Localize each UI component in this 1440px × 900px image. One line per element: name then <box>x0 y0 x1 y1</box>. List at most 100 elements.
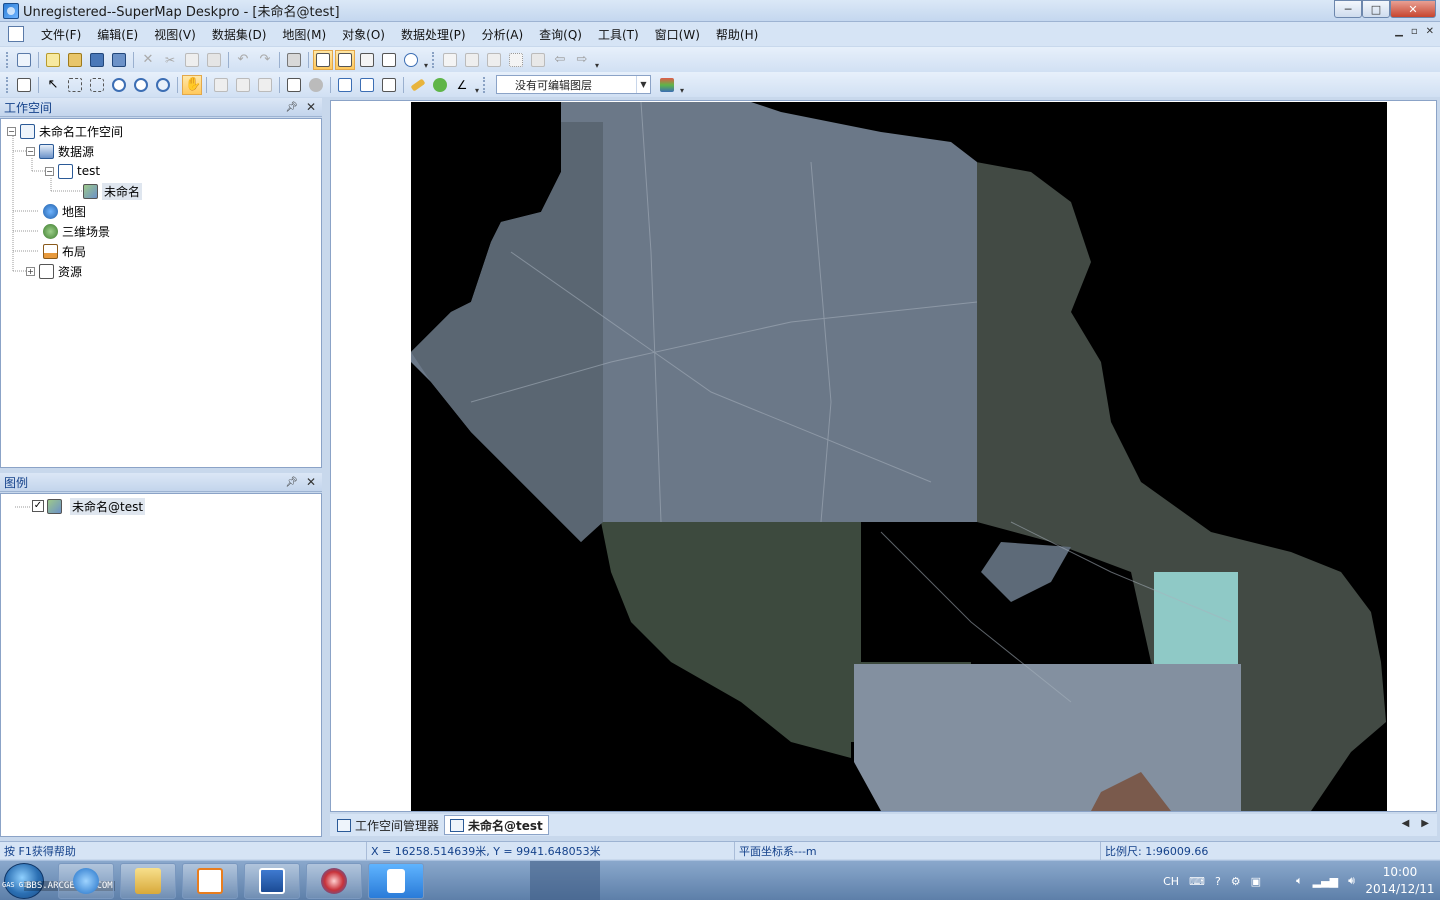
editable-layer-select[interactable]: 没有可编辑图层 ▼ <box>496 75 651 94</box>
menu-edit[interactable]: 编辑(E) <box>90 26 147 43</box>
merge-icon[interactable] <box>255 75 275 95</box>
collapse-icon[interactable]: − <box>7 126 16 136</box>
forward-arrow-icon[interactable]: ⇨ <box>572 50 592 70</box>
panel-close-icon[interactable]: ✕ <box>306 475 316 489</box>
new-icon[interactable] <box>43 50 63 70</box>
map-canvas[interactable] <box>411 102 1387 811</box>
tab-map-window[interactable]: 未命名@test <box>444 815 549 835</box>
rectangle-select-icon[interactable] <box>65 75 85 95</box>
full-extent-icon[interactable] <box>284 75 304 95</box>
document-menu-icon[interactable] <box>8 26 24 42</box>
taskbar-explorer[interactable] <box>120 863 176 899</box>
taskbar-browser[interactable] <box>58 863 114 899</box>
pan-hand-icon[interactable]: ✋ <box>182 74 202 95</box>
menu-tools[interactable]: 工具(T) <box>591 26 648 43</box>
open-icon[interactable] <box>65 50 85 70</box>
attribute-table-icon[interactable] <box>484 50 504 70</box>
tray-settings-icon[interactable]: ⚙ <box>1231 875 1241 888</box>
delete-icon[interactable]: ✕ <box>138 50 158 70</box>
zoom-free-icon[interactable] <box>153 75 173 95</box>
tab-scroll-left-icon[interactable]: ◀ <box>1402 818 1410 829</box>
measure-distance-icon[interactable] <box>408 75 428 95</box>
collapse-icon[interactable]: − <box>26 146 35 156</box>
properties-icon[interactable] <box>379 50 399 70</box>
export-icon[interactable] <box>528 50 548 70</box>
help-icon[interactable]: ? <box>1215 875 1221 888</box>
menu-query[interactable]: 查询(Q) <box>532 26 591 43</box>
tree-node-workspace[interactable]: − 未命名工作空间 <box>7 122 123 140</box>
volume-icon[interactable]: 🔈︎ <box>1296 874 1303 888</box>
back-arrow-icon[interactable]: ⇦ <box>550 50 570 70</box>
toolbar-grip[interactable] <box>6 51 9 68</box>
toolbar-grip[interactable] <box>483 76 486 93</box>
network-device-icon[interactable]: ▣ <box>1251 875 1261 888</box>
tray-language[interactable]: CH <box>1163 875 1179 888</box>
tab-scroll-right-icon[interactable]: ▶ <box>1421 818 1429 829</box>
dataset-list-icon[interactable] <box>462 50 482 70</box>
workspace-icon[interactable] <box>14 50 34 70</box>
chevron-down-icon[interactable]: ▼ <box>636 76 650 93</box>
tab-workspace-manager[interactable]: 工作空间管理器 <box>332 815 444 835</box>
print-icon[interactable] <box>284 50 304 70</box>
previous-view-icon[interactable] <box>335 75 355 95</box>
keyboard-icon[interactable]: ⌨ <box>1189 875 1205 888</box>
toolbar-overflow-icon[interactable]: ▾ <box>422 50 430 70</box>
toolbar-grip[interactable] <box>6 76 9 93</box>
clock[interactable]: 10:00 2014/12/11 <box>1360 864 1440 898</box>
tree-node-maps[interactable]: 地图 <box>43 202 86 220</box>
layer-manager-toggle-icon[interactable] <box>335 49 355 70</box>
pin-icon[interactable]: 📌︎ <box>285 477 298 488</box>
save-all-icon[interactable] <box>109 50 129 70</box>
mdi-minimize-icon[interactable]: ▁ <box>1395 26 1403 37</box>
speaker-icon[interactable]: 🔊︎ <box>1348 874 1355 888</box>
menu-object[interactable]: 对象(O) <box>335 26 394 43</box>
map-window[interactable] <box>330 100 1437 812</box>
tree-node-layouts[interactable]: 布局 <box>43 242 86 260</box>
taskbar-supermap[interactable] <box>306 863 362 899</box>
next-view-icon[interactable] <box>357 75 377 95</box>
toolbar-overflow-icon[interactable]: ▾ <box>473 75 481 95</box>
new-dataset-icon[interactable] <box>440 50 460 70</box>
split-icon[interactable] <box>233 75 253 95</box>
output-window-icon[interactable] <box>357 50 377 70</box>
refresh-icon[interactable] <box>379 75 399 95</box>
taskbar-active-app[interactable] <box>368 863 424 899</box>
menu-dataset[interactable]: 数据集(D) <box>205 26 276 43</box>
menu-analysis[interactable]: 分析(A) <box>475 26 533 43</box>
mdi-restore-icon[interactable]: ▫ <box>1411 26 1418 37</box>
legend-layer-item[interactable]: ✓ 未命名@test <box>32 497 146 515</box>
help-bubble-icon[interactable] <box>401 50 421 70</box>
expand-icon[interactable]: + <box>26 266 35 276</box>
redo-icon[interactable]: ↷ <box>255 50 275 70</box>
signal-icon[interactable]: ▂▄▆ <box>1313 875 1338 888</box>
layer-visibility-checkbox[interactable]: ✓ <box>32 500 44 512</box>
paste-icon[interactable] <box>204 50 224 70</box>
taskbar-media[interactable] <box>182 863 238 899</box>
menu-map[interactable]: 地图(M) <box>275 26 335 43</box>
layer-stack-icon[interactable] <box>657 75 677 95</box>
grid-icon[interactable] <box>506 50 526 70</box>
edit-node-icon[interactable] <box>211 75 231 95</box>
zoom-in-icon[interactable] <box>109 75 129 95</box>
menu-file[interactable]: 文件(F) <box>34 26 90 43</box>
tree-node-dataset[interactable]: 未命名 <box>83 182 143 200</box>
panel-close-icon[interactable]: ✕ <box>306 100 316 114</box>
cut-icon[interactable]: ✂ <box>160 50 180 70</box>
tree-node-datasource-test[interactable]: − test <box>45 162 100 180</box>
copy-icon[interactable] <box>182 50 202 70</box>
mdi-close-icon[interactable]: ✕ <box>1426 26 1434 37</box>
taskbar-word[interactable] <box>244 863 300 899</box>
polygon-select-icon[interactable] <box>87 75 107 95</box>
toolbar-overflow-icon[interactable]: ▾ <box>678 75 686 95</box>
menu-help[interactable]: 帮助(H) <box>709 26 767 43</box>
zoom-out-icon[interactable] <box>131 75 151 95</box>
pin-icon[interactable]: 📌︎ <box>285 102 298 113</box>
measure-area-icon[interactable] <box>430 75 450 95</box>
map-properties-icon[interactable] <box>14 75 34 95</box>
close-button[interactable]: ✕ <box>1390 0 1436 18</box>
save-icon[interactable] <box>87 50 107 70</box>
tree-node-resources[interactable]: + 资源 <box>26 262 82 280</box>
tree-node-scenes[interactable]: 三维场景 <box>43 222 110 240</box>
select-arrow-icon[interactable]: ↖ <box>43 75 63 95</box>
tree-node-datasources[interactable]: − 数据源 <box>26 142 94 160</box>
